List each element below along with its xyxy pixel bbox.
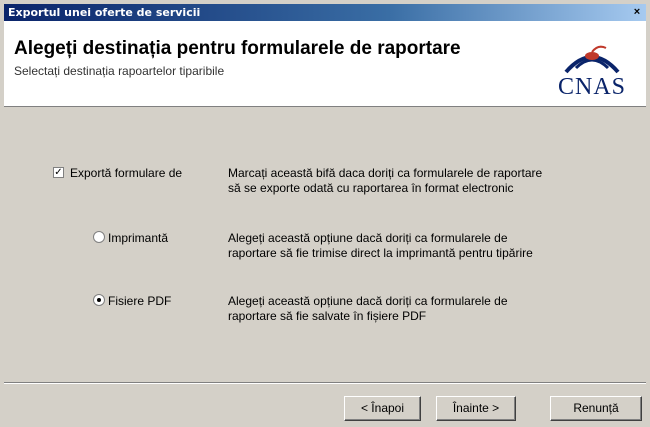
page-title: Alegeți destinația pentru formularele de… — [14, 38, 461, 59]
export-forms-description: Marcați această bifă daca doriți ca form… — [228, 166, 542, 196]
page-subtitle: Selectați destinația rapoartelor tiparib… — [14, 64, 225, 78]
back-button[interactable]: < Înapoi — [344, 396, 421, 421]
pdf-description-line2: raportare să fie salvate în fișiere PDF — [228, 309, 427, 323]
pdf-description-line1: Alegeți această opțiune dacă doriți ca f… — [228, 294, 508, 308]
printer-radio[interactable] — [93, 231, 105, 243]
export-forms-checkbox[interactable]: ✓ — [53, 167, 64, 178]
cnas-logo-text: CNAS — [557, 74, 627, 100]
export-forms-description-line1: Marcați această bifă daca doriți ca form… — [228, 166, 543, 180]
wizard-dialog: Exportul unei oferte de servicii × Alege… — [0, 0, 650, 427]
printer-description-line2: raportare să fie trimise direct la impri… — [228, 246, 533, 260]
wizard-header: Alegeți destinația pentru formularele de… — [4, 21, 646, 107]
next-button[interactable]: Înainte > — [436, 396, 516, 421]
pdf-label[interactable]: Fisiere PDF — [108, 294, 171, 308]
pdf-radio[interactable] — [93, 294, 105, 306]
title-bar[interactable]: Exportul unei oferte de servicii × — [4, 4, 646, 21]
export-forms-label[interactable]: Exportă formulare de — [70, 166, 182, 180]
printer-description-line1: Alegeți această opțiune dacă doriți ca f… — [228, 231, 508, 245]
pdf-description: Alegeți această opțiune dacă doriți ca f… — [228, 294, 508, 324]
footer-divider — [4, 382, 646, 384]
printer-label[interactable]: Imprimantă — [108, 231, 168, 245]
export-forms-description-line2: să se exporte odată cu raportarea în for… — [228, 181, 514, 195]
cancel-button[interactable]: Renunță — [550, 396, 642, 421]
printer-description: Alegeți această opțiune dacă doriți ca f… — [228, 231, 533, 261]
radio-selected-dot — [97, 298, 101, 302]
window-title: Exportul unei oferte de servicii — [8, 6, 201, 19]
close-icon[interactable]: × — [630, 5, 644, 19]
